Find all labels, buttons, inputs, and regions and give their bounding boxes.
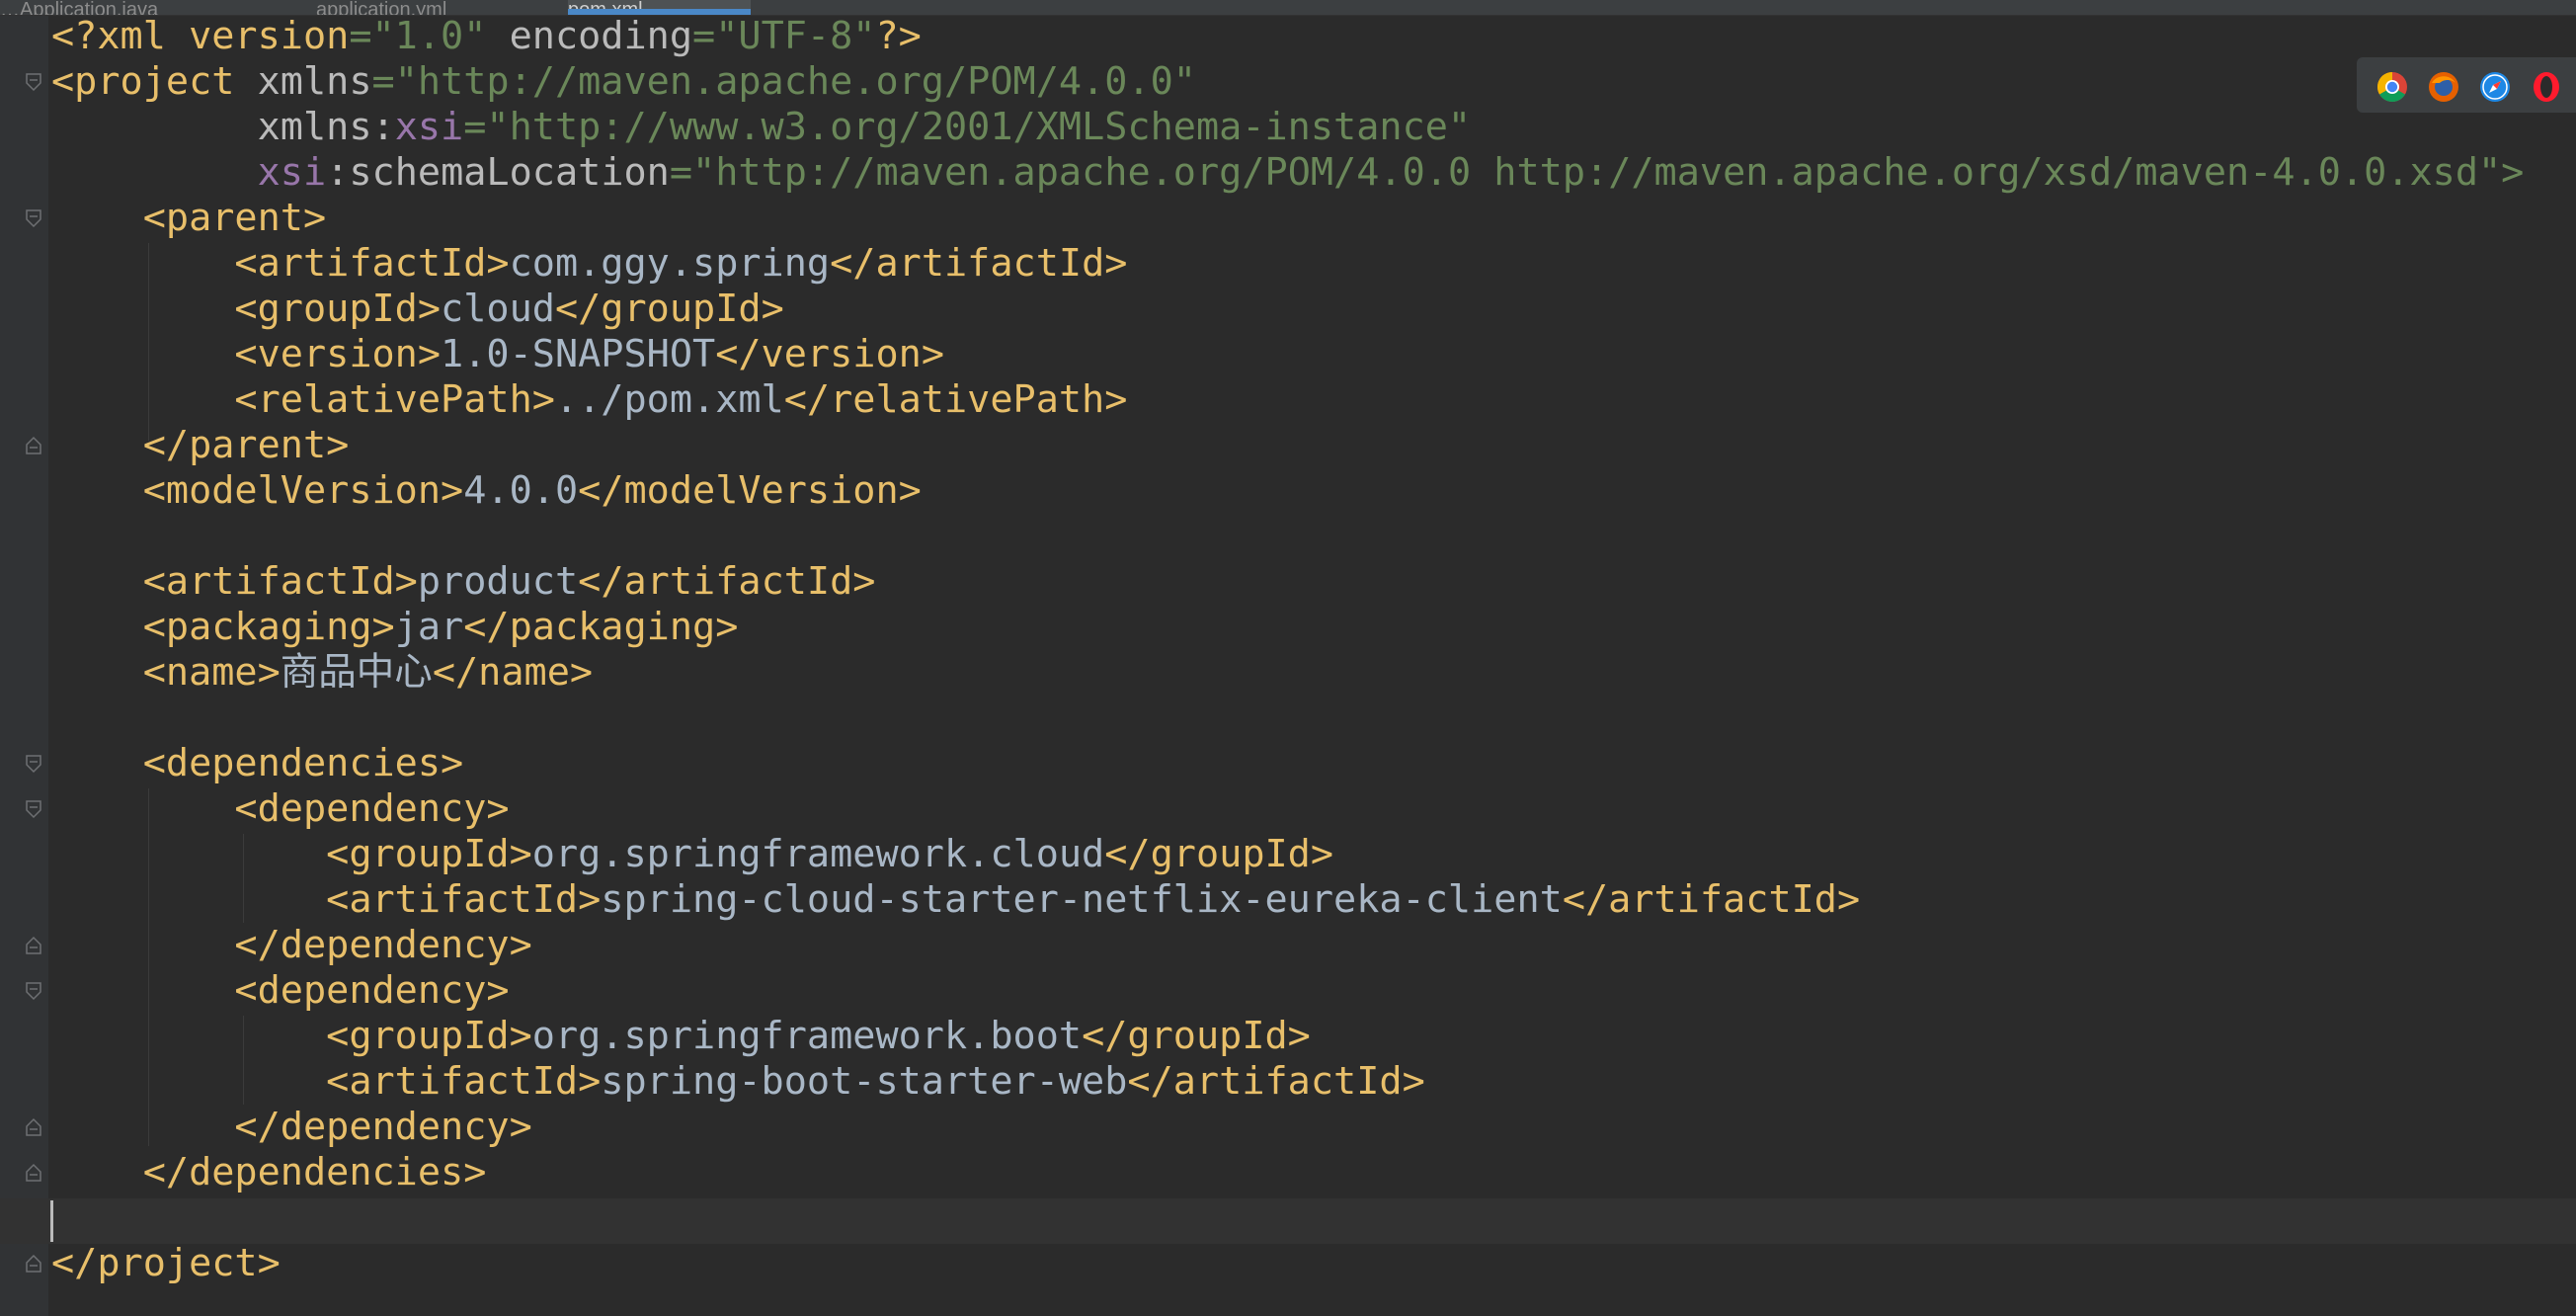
chrome-icon[interactable] <box>2376 71 2408 103</box>
fold-end-icon[interactable] <box>24 936 43 955</box>
browser-preview-toolbar <box>2357 57 2576 113</box>
tab-application-yml[interactable]: application.yml <box>316 0 563 15</box>
fold-collapse-icon[interactable] <box>24 981 43 1001</box>
code-line-20: <artifactId>spring-cloud-starter-netflix… <box>51 877 1861 922</box>
code-editor[interactable]: <?xml version="1.0" encoding="UTF-8"?> <… <box>51 14 2524 1286</box>
code-line-6: <artifactId>com.ggy.spring</artifactId> <box>51 241 1128 286</box>
code-line-9: <relativePath>../pom.xml</relativePath> <box>51 377 1128 422</box>
code-line-23: <groupId>org.springframework.boot</group… <box>51 1014 1311 1058</box>
safari-icon[interactable] <box>2479 71 2511 103</box>
code-line-14: <packaging>jar</packaging> <box>51 605 739 649</box>
fold-collapse-icon[interactable] <box>24 799 43 819</box>
fold-end-icon[interactable] <box>24 1254 43 1274</box>
code-line-4: xsi:schemaLocation="http://maven.apache.… <box>257 150 2525 195</box>
code-line-3: xmlns:xsi="http://www.w3.org/2001/XMLSch… <box>51 105 1472 149</box>
code-line-25: </dependency> <box>51 1105 532 1149</box>
firefox-icon[interactable] <box>2428 71 2459 103</box>
code-line-17: <dependencies> <box>51 741 464 785</box>
code-line-28: </project> <box>51 1241 281 1285</box>
code-line-24: <artifactId>spring-boot-starter-web</art… <box>51 1059 1425 1104</box>
code-line-10: </parent> <box>51 423 350 467</box>
code-line-13: <artifactId>product</artifactId> <box>51 559 876 604</box>
fold-collapse-icon[interactable] <box>24 208 43 228</box>
code-line-2: <project xmlns="http://maven.apache.org/… <box>51 59 1196 104</box>
fold-collapse-icon[interactable] <box>24 754 43 774</box>
fold-end-icon[interactable] <box>24 436 43 455</box>
fold-end-icon[interactable] <box>24 1163 43 1183</box>
tab-application-java[interactable]: …Application.java <box>0 0 311 15</box>
code-line-22: <dependency> <box>51 968 510 1013</box>
code-line-26: </dependencies> <box>51 1150 487 1194</box>
code-line-15: <name>商品中心</name> <box>51 650 594 695</box>
code-line-19: <groupId>org.springframework.cloud</grou… <box>51 832 1334 876</box>
fold-end-icon[interactable] <box>24 1117 43 1137</box>
opera-icon[interactable] <box>2531 71 2562 103</box>
code-line-1: <?xml version="1.0" encoding="UTF-8"?> <box>51 14 922 58</box>
code-line-7: <groupId>cloud</groupId> <box>51 287 784 331</box>
code-line-21: </dependency> <box>51 923 532 967</box>
code-line-18: <dependency> <box>51 786 510 831</box>
fold-collapse-icon[interactable] <box>24 72 43 92</box>
code-line-11: <modelVersion>4.0.0</modelVersion> <box>51 468 922 513</box>
code-line-8: <version>1.0-SNAPSHOT</version> <box>51 332 944 376</box>
code-line-5: <parent> <box>51 196 327 240</box>
